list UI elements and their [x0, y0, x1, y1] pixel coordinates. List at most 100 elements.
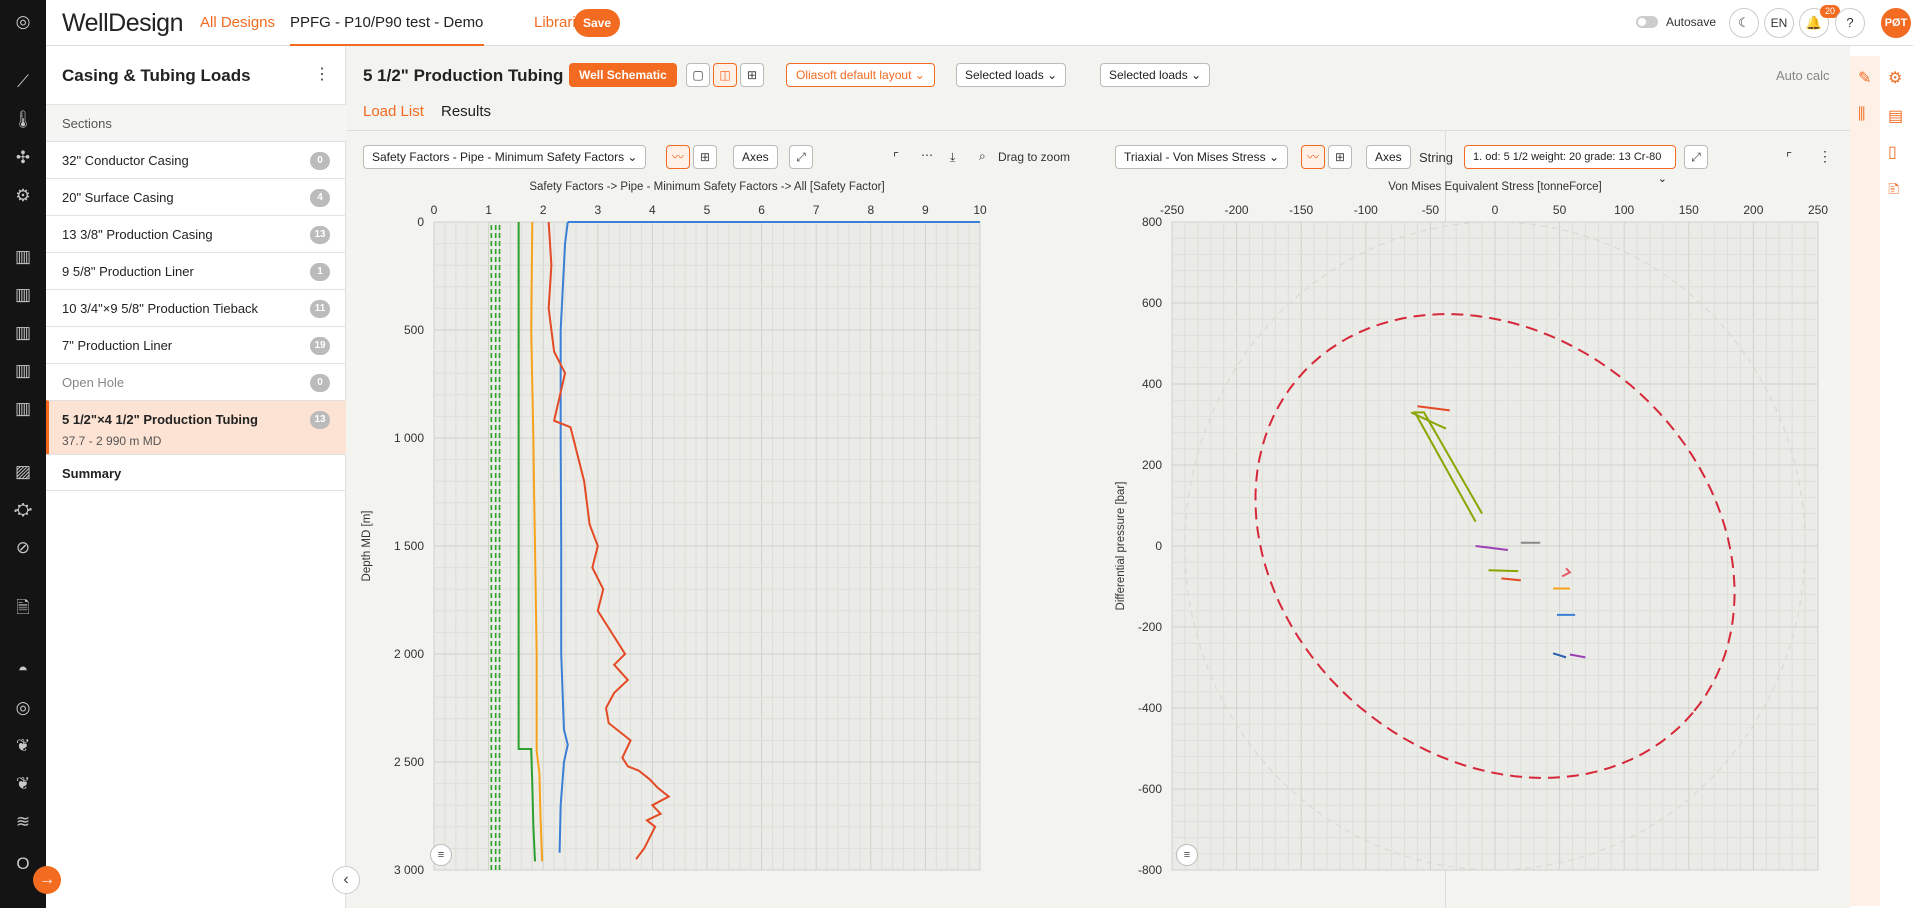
section-item[interactable]: 9 5/8" Production Liner 1 [46, 252, 346, 289]
blocked-icon[interactable]: ⊘ [11, 536, 35, 560]
y-tick-label: 1 500 [394, 539, 424, 553]
right-rail-highlight [1850, 56, 1880, 906]
plant-icon[interactable]: ❦ [11, 734, 35, 758]
cement-icon[interactable]: ▥ [11, 359, 35, 383]
target-icon[interactable]: ◎ [11, 696, 35, 720]
string-dropdown-value: 1. od: 5 1/2 weight: 20 grade: 13 Cr-80 [1473, 151, 1662, 163]
y-tick-label: 2 000 [394, 647, 424, 661]
line-chart-icon[interactable]: 〰 [666, 145, 690, 169]
language-button[interactable]: EN [1764, 8, 1794, 38]
section-count: 13 [310, 226, 330, 244]
drag-zoom-label[interactable]: Drag to zoom [998, 150, 1070, 164]
table-view-icon[interactable]: ⊞ [693, 145, 717, 169]
selected-loads-dropdown-1[interactable]: Selected loads ⌄ [956, 63, 1067, 87]
wellbore-icon[interactable]: ▥ [11, 397, 35, 421]
dark-mode-icon[interactable]: ☾ [1729, 8, 1759, 38]
table-view-icon[interactable]: ⊞ [1328, 145, 1352, 169]
section-item-selected[interactable]: 5 1/2"×4 1/2" Production Tubing 13 37.7 … [46, 400, 346, 454]
y-tick-label: 500 [404, 323, 424, 337]
collapse-panel-icon[interactable]: ‹ [332, 866, 360, 894]
casing-loads-icon[interactable]: ▥ [11, 283, 35, 307]
fullscreen-icon[interactable]: ⤢ [1684, 145, 1708, 169]
network-icon[interactable]: ✣ [11, 146, 35, 170]
more-options-icon[interactable]: ⋮ [1818, 148, 1832, 165]
database-icon[interactable]: ▤ [1888, 106, 1903, 126]
section-item[interactable]: 7" Production Liner 19 [46, 326, 346, 363]
safety-factor-chart[interactable]: 0 1 2 3 4 5 6 7 8 9 10 0 500 1 000 1 500 2 000 2 500 3 00… [346, 170, 1086, 880]
tab-results[interactable]: Results [441, 103, 491, 120]
von-mises-chart[interactable]: -250 -200 -150 -100 -50 0 50 100 150 200 250 800 600… [1100, 170, 1850, 880]
right-tool-rail: ✎ ⫼ ⚙ ▤ ▯ 🗈 [1850, 46, 1913, 908]
nav-design-name[interactable]: PPFG - P10/P90 test - Demo [290, 14, 483, 31]
left-legend-icon[interactable]: ≡ [430, 844, 452, 866]
line-chart-icon[interactable]: 〰 [1301, 145, 1325, 169]
user-avatar[interactable]: PØT [1881, 8, 1911, 38]
section-item[interactable]: Open Hole 0 [46, 363, 346, 400]
well-schematic-button[interactable]: Well Schematic [569, 63, 677, 87]
section-label: 10 3/4"×9 5/8" Production Tieback [62, 301, 259, 316]
section-item[interactable]: 13 3/8" Production Casing 13 [46, 215, 346, 252]
right-chart-type-dropdown[interactable]: Triaxial - Von Mises Stress ⌄ [1115, 145, 1288, 169]
app-logo[interactable]: WellDesign [62, 9, 183, 38]
y-tick-label: -600 [1138, 782, 1162, 796]
casing-schematic-icon[interactable]: ⫼ [1858, 106, 1865, 124]
selected-loads-dropdown-2[interactable]: Selected loads ⌄ [1100, 63, 1211, 87]
hatch-icon[interactable]: ▨ [11, 460, 35, 484]
rig-icon[interactable]: ⛮ [11, 498, 35, 522]
section-item[interactable]: 10 3/4"×9 5/8" Production Tieback 11 [46, 289, 346, 326]
x-tick-label: -150 [1289, 203, 1313, 217]
autosave-toggle[interactable] [1636, 16, 1658, 28]
right-axes-button[interactable]: Axes [1366, 145, 1411, 169]
section-label: 32" Conductor Casing [62, 153, 189, 168]
app-logo-icon[interactable]: ◎ [11, 10, 35, 34]
summary-item[interactable]: Summary [46, 454, 346, 491]
shell-icon[interactable]: ◓ [11, 658, 35, 682]
expand-rail-icon[interactable]: → [33, 866, 61, 894]
leaf-icon[interactable]: ❦ [11, 772, 35, 796]
drag-zoom-icon[interactable]: ⌕ [979, 149, 986, 164]
section-item[interactable]: 20" Surface Casing 4 [46, 178, 346, 215]
sections-label: Sections [62, 116, 112, 131]
single-view-icon[interactable]: ▢ [686, 63, 710, 87]
note-icon[interactable]: 🗈 [1888, 178, 1900, 205]
grid-view-icon[interactable]: ⊞ [740, 63, 764, 87]
save-button[interactable]: Save [574, 9, 620, 37]
layout-dropdown[interactable]: Oliasoft default layout ⌄ [786, 63, 935, 87]
legend-position-icon[interactable]: ⌜ [893, 150, 899, 166]
right-chart-type-label: Triaxial - Von Mises Stress [1124, 150, 1266, 164]
left-axes-button[interactable]: Axes [733, 145, 778, 169]
report-icon[interactable]: 🗎 [11, 596, 35, 620]
tab-load-list[interactable]: Load List [363, 103, 424, 120]
right-legend-icon[interactable]: ≡ [1176, 844, 1198, 866]
tubular-icon[interactable]: ▯ [1888, 142, 1897, 162]
chevron-down-icon: ⌄ [1047, 68, 1058, 82]
gear-icon[interactable]: ⚙ [1888, 68, 1902, 88]
fullscreen-icon[interactable]: ⤢ [789, 145, 813, 169]
section-label: 13 3/8" Production Casing [62, 227, 213, 242]
nav-all-designs[interactable]: All Designs [200, 14, 275, 31]
sections-header: Sections [46, 104, 346, 141]
temperature-icon[interactable]: 🌡 [11, 108, 35, 132]
layers-icon[interactable]: ≋ [11, 810, 35, 834]
casing-icon[interactable]: ▥ [11, 245, 35, 269]
tabs-divider [346, 130, 1850, 131]
trajectory-icon[interactable]: ⟋ [11, 70, 35, 94]
oliasoft-icon[interactable]: O [11, 852, 35, 876]
panel-menu-icon[interactable]: ⋮ [314, 64, 330, 84]
settings-icon[interactable]: ⚙ [11, 184, 35, 208]
edit-icon[interactable]: ✎ [1858, 68, 1871, 88]
section-item[interactable]: 32" Conductor Casing 0 [46, 141, 346, 178]
help-button[interactable]: ? [1835, 8, 1865, 38]
y-tick-label: -800 [1138, 863, 1162, 877]
download-icon[interactable]: ⤓ [950, 150, 955, 165]
tubing-icon[interactable]: ▥ [11, 321, 35, 345]
string-dropdown[interactable]: 1. od: 5 1/2 weight: 20 grade: 13 Cr-80 … [1464, 145, 1676, 185]
split-view-icon[interactable]: ◫ [713, 63, 737, 87]
left-chart-type-dropdown[interactable]: Safety Factors - Pipe - Minimum Safety F… [363, 145, 647, 169]
y-tick-label: -200 [1138, 620, 1162, 634]
sections-panel: Casing & Tubing Loads ⋮ Sections 32" Con… [46, 46, 346, 908]
y-tick-label: 0 [1155, 539, 1162, 553]
line-style-icon[interactable]: ⋯ [921, 148, 933, 162]
legend-position-icon[interactable]: ⌜ [1786, 150, 1792, 166]
auto-calc-label[interactable]: Auto calc [1776, 68, 1829, 83]
